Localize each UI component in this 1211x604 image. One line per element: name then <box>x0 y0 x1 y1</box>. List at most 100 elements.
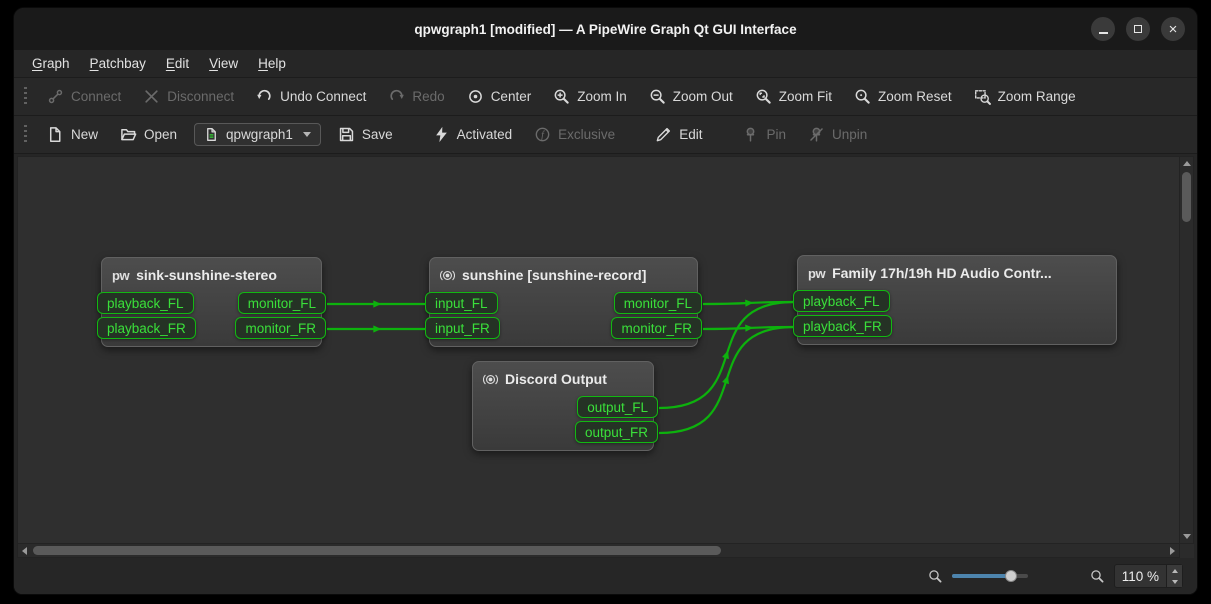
unpin-button[interactable]: Unpin <box>798 121 877 148</box>
connect-button[interactable]: Connect <box>37 83 131 110</box>
zoom-slider-handle[interactable] <box>1005 570 1017 582</box>
node-sink-sunshine-stereo[interactable]: pwsink-sunshine-stereoplayback_FLmonitor… <box>101 257 322 347</box>
port-playback_FR[interactable]: playback_FR <box>793 315 892 337</box>
node-title: sunshine [sunshine-record] <box>462 267 687 283</box>
scroll-down-icon[interactable] <box>1183 534 1191 539</box>
patchbay-selector[interactable]: qpwgraph1 <box>194 123 321 146</box>
node-port-row: input_FRmonitor_FR <box>430 317 697 339</box>
port-output_FR[interactable]: output_FR <box>575 421 658 443</box>
spin-up-icon <box>1172 569 1178 573</box>
node-title: Family 17h/19h HD Audio Contr... <box>832 265 1106 281</box>
node-port-row: output_FL <box>473 396 653 418</box>
graph-canvas[interactable]: pwsink-sunshine-stereoplayback_FLmonitor… <box>17 156 1180 544</box>
connection-arrow <box>373 325 381 332</box>
redo-button[interactable]: Redo <box>378 83 454 110</box>
minimize-button[interactable] <box>1091 17 1115 41</box>
v-scrollbar[interactable] <box>1180 156 1194 544</box>
node-port-row: input_FLmonitor_FL <box>430 292 697 314</box>
connection-edge[interactable] <box>703 327 794 329</box>
scroll-left-icon[interactable] <box>22 547 27 555</box>
node-family-audio[interactable]: pwFamily 17h/19h HD Audio Contr... playba… <box>797 255 1117 345</box>
zoom-out-button[interactable]: Zoom Out <box>639 83 743 110</box>
port-input_FR[interactable]: input_FR <box>425 317 500 339</box>
maximize-icon <box>1134 25 1142 33</box>
h-scrollbar[interactable] <box>17 544 1180 558</box>
center-button[interactable]: Center <box>457 83 542 110</box>
zoom-reset-icon <box>854 88 871 105</box>
maximize-button[interactable] <box>1126 17 1150 41</box>
zoom-fit-button[interactable]: Zoom Fit <box>745 83 842 110</box>
pipewire-icon: pw <box>112 268 129 283</box>
port-monitor_FR[interactable]: monitor_FR <box>235 317 326 339</box>
connect-icon <box>47 88 64 105</box>
zoom-percent-value: 110 % <box>1115 565 1166 587</box>
new-file-icon <box>47 126 64 143</box>
scroll-right-icon[interactable] <box>1170 547 1175 555</box>
spin-down-icon <box>1172 580 1178 584</box>
zoom-step-down-button[interactable] <box>1167 576 1182 587</box>
zoom-spinbox[interactable]: 110 % <box>1114 564 1183 588</box>
port-playback_FR[interactable]: playback_FR <box>97 317 196 339</box>
menu-help[interactable]: Help <box>248 50 296 77</box>
scroll-up-icon[interactable] <box>1183 161 1191 166</box>
record-icon <box>483 372 498 387</box>
node-header: sunshine [sunshine-record] <box>430 258 697 289</box>
port-output_FL[interactable]: output_FL <box>577 396 658 418</box>
pin-button[interactable]: Pin <box>732 121 796 148</box>
connection-edge[interactable] <box>703 302 794 304</box>
center-icon <box>467 88 484 105</box>
connection-arrow <box>722 375 729 384</box>
open-folder-icon <box>120 126 137 143</box>
exclusive-button[interactable]: f Exclusive <box>524 121 625 148</box>
patchbay-file-icon <box>204 127 219 142</box>
disconnect-icon <box>143 88 160 105</box>
connection-arrow <box>373 300 381 307</box>
node-port-row: playback_FR <box>798 315 1116 337</box>
menu-view[interactable]: View <box>199 50 248 77</box>
menu-patchbay[interactable]: Patchbay <box>80 50 156 77</box>
open-button[interactable]: Open <box>110 121 187 148</box>
titlebar[interactable]: qpwgraph1 [modified] — A PipeWire Graph … <box>14 8 1197 50</box>
node-discord-output[interactable]: Discord Outputoutput_FLoutput_FR <box>472 361 654 451</box>
menu-edit[interactable]: Edit <box>156 50 199 77</box>
close-button[interactable]: × <box>1161 17 1185 41</box>
port-monitor_FL[interactable]: monitor_FL <box>614 292 702 314</box>
toolbar-edit: Connect Disconnect Undo Connect Redo Cen… <box>14 78 1197 116</box>
zoom-slider[interactable] <box>952 568 1028 584</box>
zoom-spin-buttons <box>1166 565 1182 587</box>
port-monitor_FR[interactable]: monitor_FR <box>611 317 702 339</box>
toolbar-drag-handle[interactable] <box>24 125 27 145</box>
node-port-row: playback_FLmonitor_FL <box>102 292 321 314</box>
new-button[interactable]: New <box>37 121 108 148</box>
port-playback_FL[interactable]: playback_FL <box>793 290 890 312</box>
h-scrollbar-thumb[interactable] <box>33 546 721 555</box>
zoom-slider-icon <box>928 569 942 583</box>
port-playback_FL[interactable]: playback_FL <box>97 292 194 314</box>
patchbay-selector-value: qpwgraph1 <box>226 127 293 142</box>
disconnect-button[interactable]: Disconnect <box>133 83 244 110</box>
toolbar-drag-handle[interactable] <box>24 87 27 107</box>
zoom-in-button[interactable]: Zoom In <box>543 83 637 110</box>
statusbar: 110 % <box>14 558 1197 594</box>
undo-connect-button[interactable]: Undo Connect <box>246 83 376 110</box>
port-monitor_FL[interactable]: monitor_FL <box>238 292 326 314</box>
node-header: pwFamily 17h/19h HD Audio Contr... <box>798 256 1116 287</box>
save-button[interactable]: Save <box>328 121 403 148</box>
svg-text:f: f <box>541 130 545 141</box>
port-input_FL[interactable]: input_FL <box>425 292 498 314</box>
zoom-range-button[interactable]: Zoom Range <box>964 83 1086 110</box>
node-header: Discord Output <box>473 362 653 393</box>
node-title: Discord Output <box>505 371 643 387</box>
zoom-out-icon <box>649 88 666 105</box>
zoom-fit-icon <box>755 88 772 105</box>
canvas-area: pwsink-sunshine-stereoplayback_FLmonitor… <box>17 156 1194 558</box>
zoom-reset-button[interactable]: Zoom Reset <box>844 83 962 110</box>
v-scrollbar-thumb[interactable] <box>1182 172 1191 222</box>
zoom-step-up-button[interactable] <box>1167 565 1182 576</box>
node-sunshine[interactable]: sunshine [sunshine-record] input_FLmonito… <box>429 257 698 347</box>
undo-icon <box>256 88 273 105</box>
activated-button[interactable]: Activated <box>423 121 523 148</box>
window-title: qpwgraph1 [modified] — A PipeWire Graph … <box>414 22 796 37</box>
edit-button[interactable]: Edit <box>645 121 712 148</box>
menu-graph[interactable]: Graph <box>22 50 80 77</box>
